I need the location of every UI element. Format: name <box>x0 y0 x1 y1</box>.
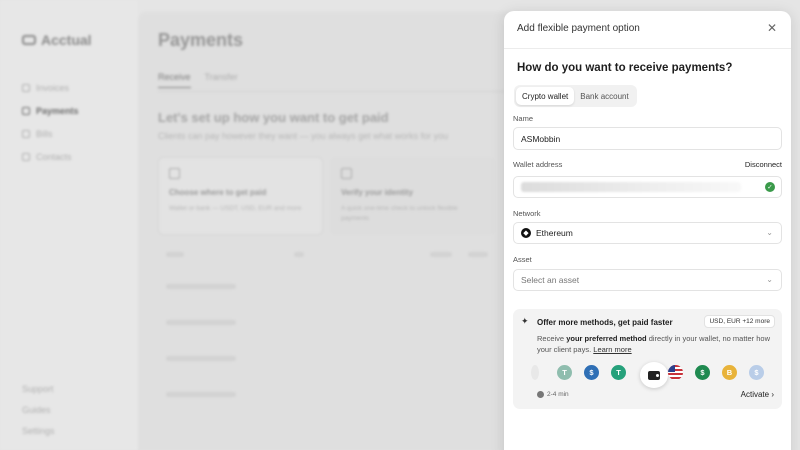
asset-label: Asset <box>513 255 532 264</box>
dai-icon: B <box>722 365 737 380</box>
payment-option-modal: Add flexible payment option ✕ How do you… <box>504 11 791 450</box>
network-value: Ethereum <box>536 228 573 238</box>
usdc-icon: $ <box>584 365 599 380</box>
usd-flag-icon <box>668 365 683 380</box>
wallet-address-label: Wallet address <box>513 160 563 169</box>
network-select[interactable]: ◆ Ethereum ⌄ <box>513 222 782 244</box>
modal-header: Add flexible payment option ✕ <box>504 11 791 49</box>
usdc-light-icon: $ <box>749 365 764 380</box>
receive-question: How do you want to receive payments? <box>517 62 733 74</box>
name-label: Name <box>513 114 534 123</box>
modal-title: Add flexible payment option <box>517 23 640 34</box>
clock-icon <box>537 391 544 398</box>
name-input[interactable] <box>521 133 774 144</box>
chevron-down-icon: ⌄ <box>766 228 773 237</box>
wallet-address-field[interactable]: ✓ <box>513 176 782 198</box>
asset-select[interactable]: Select an asset ⌄ <box>513 269 782 291</box>
sparkle-icon: ✦ <box>521 316 529 326</box>
close-icon[interactable]: ✕ <box>767 21 777 35</box>
setup-time: 2-4 min <box>537 391 569 398</box>
wallet-chip <box>640 362 668 388</box>
tab-crypto-wallet[interactable]: Crypto wallet <box>516 87 575 105</box>
chevron-down-icon: ⌄ <box>766 275 773 284</box>
network-label: Network <box>513 209 541 218</box>
supported-assets: T $ T $ B $ <box>531 362 775 388</box>
asset-placeholder: Select an asset <box>521 275 580 285</box>
receive-method-toggle: Crypto wallet Bank account <box>514 85 637 107</box>
name-field-wrapper <box>513 127 782 150</box>
promo-title: Offer more methods, get paid faster <box>537 318 673 327</box>
check-icon: ✓ <box>765 182 775 192</box>
pyusd-icon: $ <box>695 365 710 380</box>
faded-coin-icon <box>531 365 539 380</box>
tab-bank-account[interactable]: Bank account <box>574 87 634 105</box>
ethereum-icon: ◆ <box>521 228 531 238</box>
wallet-address-redacted <box>521 182 741 192</box>
currency-badge: USD, EUR +12 more <box>704 315 775 328</box>
usdt-icon: T <box>557 365 572 380</box>
learn-more-link[interactable]: Learn more <box>593 345 631 354</box>
tether-icon: T <box>611 365 626 380</box>
disconnect-button[interactable]: Disconnect <box>745 160 782 169</box>
promo-card: ✦ Offer more methods, get paid faster US… <box>513 309 782 409</box>
activate-button[interactable]: Activate › <box>741 390 774 399</box>
wallet-icon <box>648 370 660 380</box>
promo-description: Receive your preferred method directly i… <box>537 334 771 355</box>
